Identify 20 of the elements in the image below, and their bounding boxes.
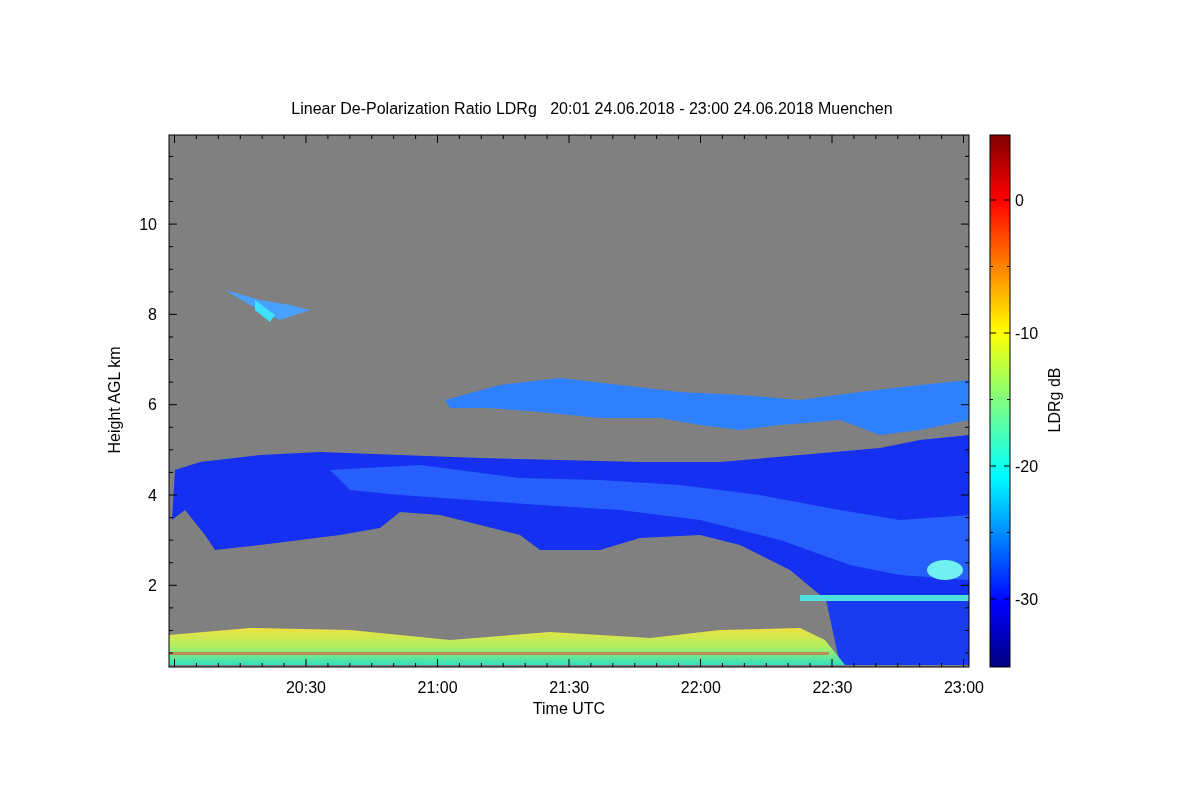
tick-label: 6 xyxy=(148,396,157,414)
tick-label: 22:00 xyxy=(680,679,721,696)
tick-label: 23:00 xyxy=(944,679,984,696)
axis-label: Height AGL km xyxy=(106,346,123,454)
tick-label: -30 xyxy=(1015,591,1039,608)
axis-label: LDRg dB xyxy=(1046,367,1063,433)
tick-label: 8 xyxy=(148,306,157,324)
tick-label: 20:30 xyxy=(286,679,326,696)
tick-label: 2 xyxy=(148,577,157,594)
tick-label: 0 xyxy=(1015,192,1024,209)
axis-label: Time UTC xyxy=(532,700,606,717)
tick-label: -10 xyxy=(1015,325,1039,342)
tick-label: 21:30 xyxy=(549,679,590,696)
plot-title: Linear De-Polarization Ratio LDRg 20:01 24.06.2018 - 23:00 24.06.2018 Muenchen xyxy=(291,100,893,117)
tick-label: -20 xyxy=(1015,458,1039,475)
tick-label: 21:00 xyxy=(417,679,458,696)
bright-patch xyxy=(927,560,963,580)
tick-label: 10 xyxy=(139,215,157,233)
tick-label: 4 xyxy=(148,486,157,504)
tick-label: 22:30 xyxy=(812,679,853,696)
